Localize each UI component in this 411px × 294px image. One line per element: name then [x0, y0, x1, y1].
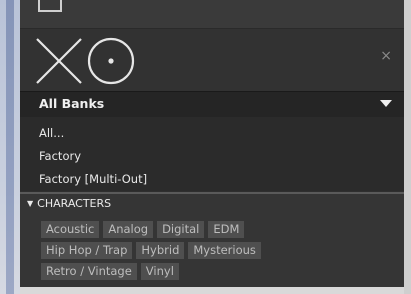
tag-acoustic[interactable]: Acoustic — [41, 221, 100, 238]
tag-digital[interactable]: Digital — [157, 221, 205, 238]
right-edge — [404, 0, 411, 294]
xo-logo — [36, 37, 135, 85]
characters-header[interactable]: ▼ CHARACTERS — [27, 197, 111, 210]
triangle-down-icon: ▼ — [27, 199, 34, 208]
tag-hip-hop-trap[interactable]: Hip Hop / Trap — [41, 242, 133, 259]
tag-row: Acoustic Analog Digital EDM — [41, 221, 341, 238]
bank-option-factory-multi-out[interactable]: Factory [Multi-Out] — [39, 172, 147, 186]
characters-tags: Acoustic Analog Digital EDM Hip Hop / Tr… — [41, 221, 341, 284]
bank-option-all[interactable]: All... — [39, 126, 64, 140]
characters-section: ▼ CHARACTERS Acoustic Analog Digital EDM … — [20, 194, 404, 287]
tag-retro-vintage[interactable]: Retro / Vintage — [41, 263, 137, 280]
close-icon[interactable]: × — [380, 48, 392, 64]
top-bar — [20, 0, 404, 29]
bank-options-list: All... Factory Factory [Multi-Out] — [20, 117, 404, 191]
window-icon[interactable] — [38, 0, 62, 12]
tag-row: Hip Hop / Trap Hybrid Mysterious — [41, 242, 341, 259]
tag-hybrid[interactable]: Hybrid — [136, 242, 185, 259]
bottom-edge — [20, 287, 404, 294]
tag-row: Retro / Vintage Vinyl — [41, 263, 341, 280]
tag-vinyl[interactable]: Vinyl — [140, 263, 179, 280]
tag-edm[interactable]: EDM — [208, 221, 245, 238]
characters-header-label: CHARACTERS — [37, 197, 112, 210]
bank-selector-label: All Banks — [39, 96, 105, 111]
app-frame: × All Banks All... Factory Factory [Mult… — [0, 0, 411, 294]
logo-row: × — [20, 29, 404, 91]
dropdown-arrow-icon[interactable] — [380, 100, 392, 107]
browser-panel: × All Banks All... Factory Factory [Mult… — [20, 0, 404, 287]
bank-option-factory[interactable]: Factory — [39, 149, 81, 163]
tag-mysterious[interactable]: Mysterious — [188, 242, 261, 259]
left-strip-shade — [6, 0, 14, 294]
bank-selector[interactable]: All Banks — [20, 91, 404, 118]
tag-analog[interactable]: Analog — [103, 221, 154, 238]
